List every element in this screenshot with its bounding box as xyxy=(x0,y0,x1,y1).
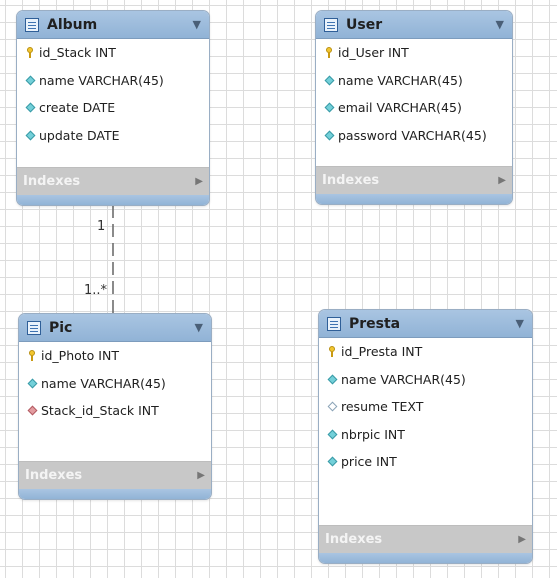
column-label: resume TEXT xyxy=(341,399,424,415)
table-header[interactable]: Album ▼ xyxy=(17,11,209,39)
column-row[interactable]: price INT xyxy=(319,448,532,476)
foreign-key-icon xyxy=(27,405,37,416)
column-icon xyxy=(324,75,334,86)
collapse-arrow-icon[interactable]: ▼ xyxy=(496,18,504,31)
column-row[interactable]: Stack_id_Stack INT xyxy=(19,397,211,425)
column-icon xyxy=(25,130,35,141)
table-icon xyxy=(25,17,39,32)
table-header[interactable]: Pic ▼ xyxy=(19,314,211,342)
table-title: Pic xyxy=(49,319,73,336)
table-title: User xyxy=(346,16,383,33)
column-row[interactable]: resume TEXT xyxy=(319,393,532,421)
column-icon xyxy=(327,374,337,385)
column-label: id_Photo INT xyxy=(41,348,119,364)
column-icon xyxy=(327,456,337,467)
indexes-bar[interactable]: Indexes ▶ xyxy=(319,525,532,553)
presta-table[interactable]: Presta ▼ id_Presta INT name VARCHAR(45) … xyxy=(318,309,533,564)
column-row[interactable]: id_Photo INT xyxy=(19,342,211,370)
indexes-label: Indexes xyxy=(325,532,383,547)
column-list: id_Photo INT name VARCHAR(45) Stack_id_S… xyxy=(19,342,211,425)
table-footer-strip xyxy=(316,194,512,204)
collapse-arrow-icon[interactable]: ▼ xyxy=(195,321,203,334)
column-label: email VARCHAR(45) xyxy=(338,100,462,116)
key-icon xyxy=(329,346,335,358)
column-icon xyxy=(27,378,37,389)
column-label: name VARCHAR(45) xyxy=(338,72,463,88)
table-header[interactable]: Presta ▼ xyxy=(319,310,532,338)
key-icon xyxy=(27,47,33,59)
column-icon xyxy=(327,429,337,440)
table-title: Presta xyxy=(349,315,401,332)
column-list: id_Presta INT name VARCHAR(45) resume TE… xyxy=(319,338,532,476)
expand-arrow-icon[interactable]: ▶ xyxy=(195,176,203,187)
key-icon xyxy=(29,350,35,362)
indexes-bar[interactable]: Indexes ▶ xyxy=(19,461,211,489)
column-label: password VARCHAR(45) xyxy=(338,127,487,143)
table-icon xyxy=(324,17,338,32)
collapse-arrow-icon[interactable]: ▼ xyxy=(516,317,524,330)
table-icon xyxy=(327,316,341,331)
indexes-bar[interactable]: Indexes ▶ xyxy=(17,167,209,195)
key-icon xyxy=(326,47,332,59)
column-label: create DATE xyxy=(39,100,116,116)
expand-arrow-icon[interactable]: ▶ xyxy=(498,175,506,186)
column-label: nbrpic INT xyxy=(341,426,405,442)
expand-arrow-icon[interactable]: ▶ xyxy=(197,470,205,481)
column-label: id_Presta INT xyxy=(341,344,423,360)
table-footer-strip xyxy=(17,195,209,205)
table-header[interactable]: User ▼ xyxy=(316,11,512,39)
column-icon xyxy=(25,102,35,113)
column-row[interactable]: name VARCHAR(45) xyxy=(19,370,211,398)
column-label: name VARCHAR(45) xyxy=(341,371,466,387)
column-label: Stack_id_Stack INT xyxy=(41,403,159,419)
cardinality-label-one: 1 xyxy=(97,219,106,234)
column-label: price INT xyxy=(341,454,397,470)
column-row[interactable]: id_User INT xyxy=(316,39,512,67)
column-label: name VARCHAR(45) xyxy=(39,72,164,88)
column-row[interactable]: email VARCHAR(45) xyxy=(316,94,512,122)
column-row[interactable]: name VARCHAR(45) xyxy=(319,366,532,394)
column-row[interactable]: id_Presta INT xyxy=(319,338,532,366)
table-icon xyxy=(27,320,41,335)
column-label: id_Stack INT xyxy=(39,45,116,61)
pic-table[interactable]: Pic ▼ id_Photo INT name VARCHAR(45) Stac… xyxy=(18,313,212,500)
nullable-column-icon xyxy=(327,401,337,412)
table-title: Album xyxy=(47,16,98,33)
column-label: id_User INT xyxy=(338,45,409,61)
column-label: update DATE xyxy=(39,127,120,143)
cardinality-label-many: 1..* xyxy=(84,283,108,298)
indexes-label: Indexes xyxy=(25,468,83,483)
table-footer-strip xyxy=(19,489,211,499)
column-row[interactable]: id_Stack INT xyxy=(17,39,209,67)
expand-arrow-icon[interactable]: ▶ xyxy=(518,534,526,545)
indexes-label: Indexes xyxy=(322,173,380,188)
column-label: name VARCHAR(45) xyxy=(41,375,166,391)
column-row[interactable]: nbrpic INT xyxy=(319,421,532,449)
indexes-label: Indexes xyxy=(23,174,81,189)
user-table[interactable]: User ▼ id_User INT name VARCHAR(45) emai… xyxy=(315,10,513,205)
collapse-arrow-icon[interactable]: ▼ xyxy=(193,18,201,31)
column-row[interactable]: update DATE xyxy=(17,122,209,150)
column-list: id_User INT name VARCHAR(45) email VARCH… xyxy=(316,39,512,149)
column-icon xyxy=(324,102,334,113)
column-row[interactable]: password VARCHAR(45) xyxy=(316,122,512,150)
column-icon xyxy=(25,75,35,86)
album-table[interactable]: Album ▼ id_Stack INT name VARCHAR(45) cr… xyxy=(16,10,210,206)
column-icon xyxy=(324,130,334,141)
column-row[interactable]: create DATE xyxy=(17,94,209,122)
column-list: id_Stack INT name VARCHAR(45) create DAT… xyxy=(17,39,209,149)
table-footer-strip xyxy=(319,553,532,563)
indexes-bar[interactable]: Indexes ▶ xyxy=(316,166,512,194)
column-row[interactable]: name VARCHAR(45) xyxy=(316,67,512,95)
column-row[interactable]: name VARCHAR(45) xyxy=(17,67,209,95)
